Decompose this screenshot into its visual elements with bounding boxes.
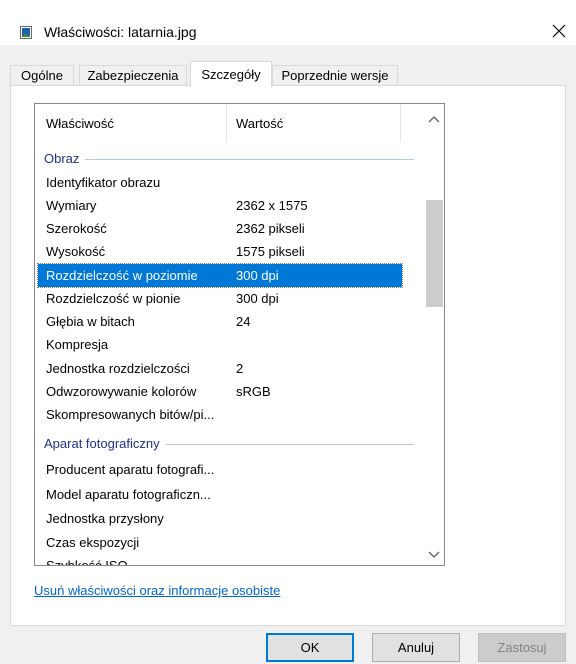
property-name: Wysokość bbox=[46, 244, 106, 259]
ok-button[interactable]: OK bbox=[266, 633, 354, 662]
property-name: Jednostka rozdzielczości bbox=[46, 361, 190, 376]
list-item[interactable]: Jednostka przysłony bbox=[38, 507, 402, 530]
column-header-property[interactable]: Właściwość bbox=[46, 116, 114, 131]
property-name: Identyfikator obrazu bbox=[46, 175, 161, 190]
property-value: 2 bbox=[236, 361, 244, 376]
list-item[interactable]: Jednostka rozdzielczości 2 bbox=[38, 357, 402, 380]
scroll-down-icon[interactable] bbox=[428, 548, 440, 558]
property-value: 1575 pikseli bbox=[236, 244, 305, 259]
scrollbar-thumb[interactable] bbox=[426, 200, 443, 307]
property-name: Czas ekspozycji bbox=[46, 535, 140, 550]
property-name: Odwzorowywanie kolorów bbox=[46, 384, 197, 399]
list-item[interactable]: Szybkość ISO bbox=[38, 554, 402, 566]
image-file-icon bbox=[20, 26, 32, 39]
list-item[interactable]: Wymiary 2362 x 1575 bbox=[38, 194, 402, 217]
scroll-up-icon[interactable] bbox=[428, 112, 440, 123]
remove-properties-link[interactable]: Usuń właściwości oraz informacje osobist… bbox=[34, 583, 280, 598]
list-item[interactable]: Kompresja bbox=[38, 333, 402, 356]
cancel-button[interactable]: Anuluj bbox=[372, 633, 460, 662]
window-title: Właściwości: latarnia.jpg bbox=[44, 24, 197, 40]
property-value: 300 dpi bbox=[236, 268, 279, 283]
group-divider-line bbox=[44, 159, 414, 160]
property-name: Jednostka przysłony bbox=[46, 511, 164, 526]
column-divider[interactable] bbox=[226, 104, 227, 142]
tab-security[interactable]: Zabezpieczenia bbox=[79, 65, 187, 86]
list-item-selected[interactable]: Rozdzielczość w poziomie 300 dpi bbox=[37, 263, 403, 288]
property-name: Rozdzielczość w poziomie bbox=[46, 268, 198, 283]
list-item[interactable]: Rozdzielczość w pionie 300 dpi bbox=[38, 287, 402, 310]
property-name: Producent aparatu fotografi... bbox=[46, 462, 215, 477]
property-value: sRGB bbox=[236, 384, 271, 399]
column-divider[interactable] bbox=[400, 104, 401, 142]
property-name: Wymiary bbox=[46, 198, 97, 213]
close-button[interactable] bbox=[544, 14, 576, 46]
tab-previous-versions[interactable]: Poprzednie wersje bbox=[272, 65, 398, 86]
list-header: Właściwość Wartość bbox=[35, 104, 424, 142]
group-header-camera: Aparat fotograficzny bbox=[44, 434, 414, 454]
property-value: 2362 x 1575 bbox=[236, 198, 308, 213]
property-value: 24 bbox=[236, 314, 251, 329]
property-value: 2362 pikseli bbox=[236, 221, 305, 236]
list-item[interactable]: Czas ekspozycji bbox=[38, 531, 402, 554]
close-icon bbox=[552, 24, 566, 38]
vertical-scrollbar[interactable] bbox=[424, 104, 444, 565]
tab-general[interactable]: Ogólne bbox=[10, 65, 74, 86]
list-item[interactable]: Szerokość 2362 pikseli bbox=[38, 217, 402, 240]
properties-list[interactable]: Właściwość Wartość Obraz Identyfikator o… bbox=[34, 103, 445, 566]
list-item[interactable]: Wysokość 1575 pikseli bbox=[38, 240, 402, 263]
property-name: Skompresowanych bitów/pi... bbox=[46, 407, 215, 422]
property-value: 300 dpi bbox=[236, 291, 279, 306]
group-header-image: Obraz bbox=[44, 149, 414, 169]
property-name: Model aparatu fotograficzn... bbox=[46, 487, 211, 502]
apply-button[interactable]: Zastosuj bbox=[478, 633, 566, 662]
group-label: Obraz bbox=[44, 149, 86, 169]
column-header-value[interactable]: Wartość bbox=[236, 116, 283, 131]
list-item[interactable]: Model aparatu fotograficzn... bbox=[38, 483, 402, 506]
property-name: Kompresja bbox=[46, 337, 109, 352]
list-item[interactable]: Odwzorowywanie kolorów sRGB bbox=[38, 380, 402, 403]
property-name: Głębia w bitach bbox=[46, 314, 135, 329]
list-item[interactable]: Skompresowanych bitów/pi... bbox=[38, 403, 402, 426]
title-bar: Właściwości: latarnia.jpg bbox=[0, 0, 576, 45]
list-item[interactable]: Głębia w bitach 24 bbox=[38, 310, 402, 333]
property-name: Rozdzielczość w pionie bbox=[46, 291, 181, 306]
group-label: Aparat fotograficzny bbox=[44, 434, 166, 454]
list-item[interactable]: Producent aparatu fotografi... bbox=[38, 458, 402, 481]
property-name: Szybkość ISO bbox=[46, 558, 128, 566]
tab-details[interactable]: Szczegóły bbox=[190, 61, 272, 87]
list-item[interactable]: Identyfikator obrazu bbox=[38, 171, 402, 194]
property-name: Szerokość bbox=[46, 221, 107, 236]
